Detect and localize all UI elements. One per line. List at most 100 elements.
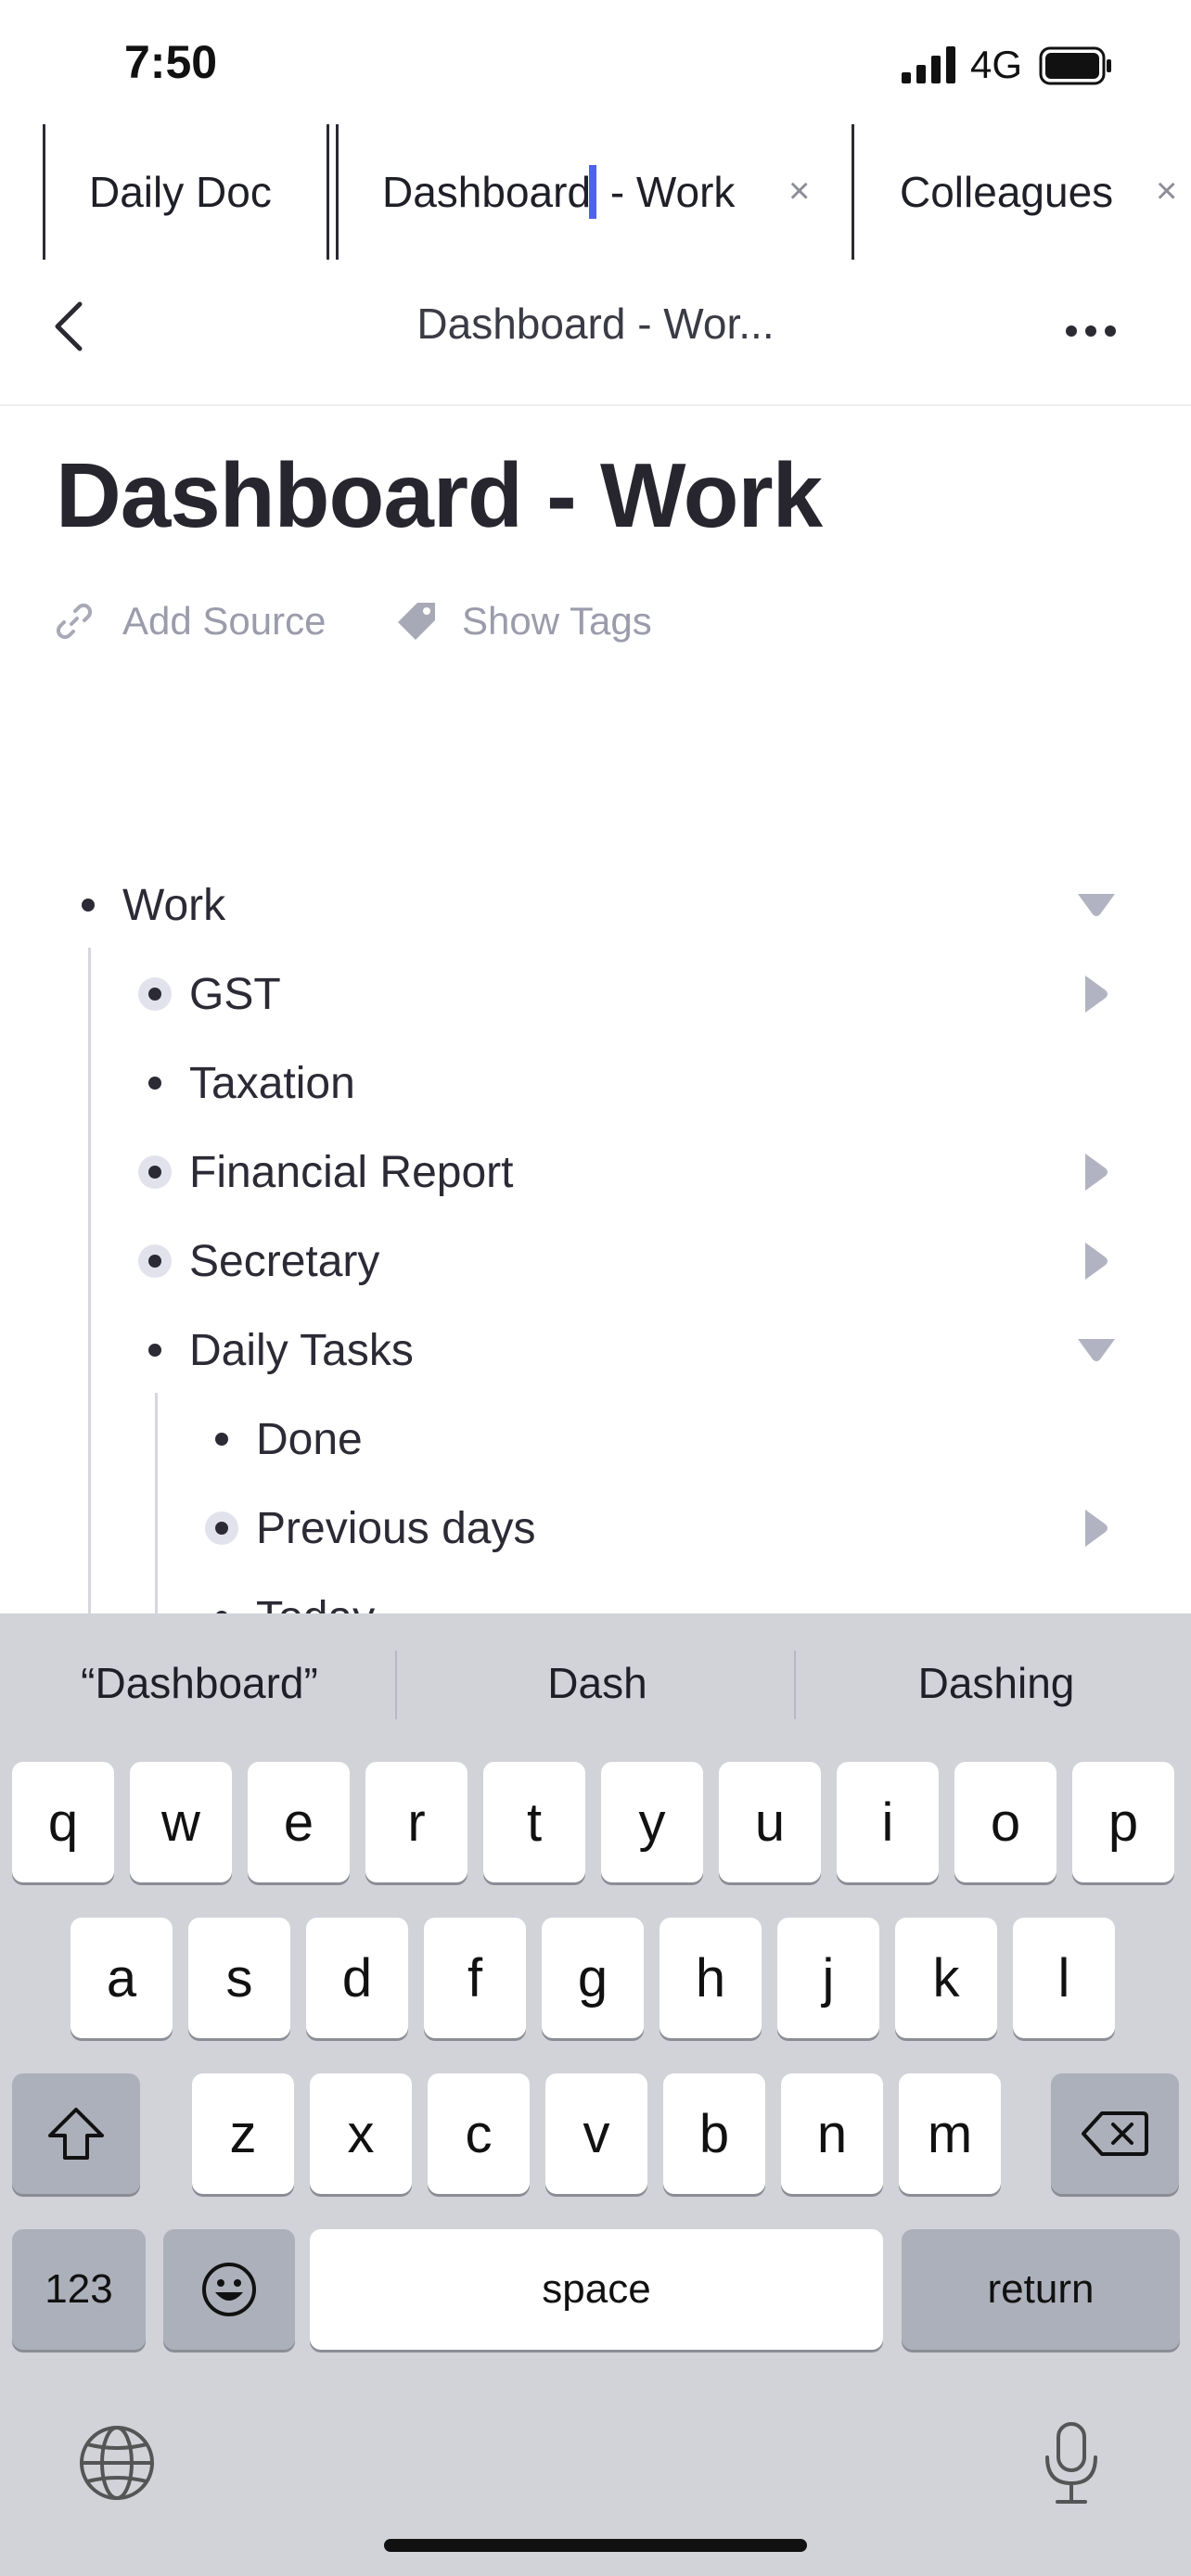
key-h[interactable]: h — [660, 1918, 762, 2038]
tab-divider — [327, 124, 329, 260]
tab-bar: Daily Doc Dashboard - Work × Colleagues … — [0, 124, 1191, 263]
expand-triangle-icon[interactable] — [1083, 974, 1109, 1014]
bullet-icon[interactable] — [148, 988, 161, 1001]
shift-arrow-icon — [48, 2108, 104, 2160]
bullet-icon[interactable] — [82, 899, 95, 912]
outline-item-label[interactable]: Done — [256, 1414, 363, 1465]
space-key[interactable]: space — [310, 2229, 883, 2350]
show-tags-label: Show Tags — [462, 599, 652, 643]
tab-label-editing-rest[interactable]: - Work — [598, 167, 736, 217]
globe-icon[interactable] — [78, 2424, 156, 2502]
show-tags-button[interactable]: Show Tags — [395, 599, 652, 644]
key-r[interactable]: r — [365, 1762, 467, 1882]
close-tab-icon[interactable]: × — [1156, 171, 1177, 212]
outline-item-financial-report[interactable]: Financial Report — [189, 1144, 514, 1200]
delete-key[interactable] — [1051, 2073, 1179, 2194]
outline-item-label[interactable]: Work — [122, 880, 225, 931]
text-cursor — [589, 165, 597, 219]
tab-label: Colleagues — [900, 168, 1114, 216]
backspace-icon — [1082, 2111, 1148, 2156]
suggestion-2[interactable]: Dash — [412, 1658, 783, 1714]
outline-item-gst[interactable]: GST — [189, 966, 281, 1022]
add-source-button[interactable]: Add Source — [56, 599, 326, 644]
suggestion-divider — [395, 1651, 397, 1719]
microphone-icon[interactable] — [1041, 2420, 1102, 2506]
signal-icon — [902, 46, 955, 83]
tab-label-editing[interactable]: Dashboard — [382, 167, 591, 217]
outline-item-label[interactable]: Daily Tasks — [189, 1325, 414, 1376]
key-e[interactable]: e — [248, 1762, 350, 1882]
shift-key[interactable] — [12, 2073, 140, 2194]
key-c[interactable]: c — [428, 2073, 530, 2194]
back-chevron-icon[interactable] — [50, 299, 87, 354]
bullet-icon[interactable] — [148, 1344, 161, 1357]
key-j[interactable]: j — [777, 1918, 879, 2038]
more-icon[interactable] — [1065, 325, 1117, 338]
key-y[interactable]: y — [601, 1762, 703, 1882]
key-g[interactable]: g — [542, 1918, 644, 2038]
suggestion-1[interactable]: “Dashboard” — [19, 1658, 380, 1714]
tab-divider — [336, 124, 339, 260]
bullet-icon[interactable] — [148, 1255, 161, 1268]
outline-item-taxation[interactable]: Taxation — [189, 1055, 355, 1111]
emoji-icon — [202, 2263, 256, 2316]
suggestion-divider — [794, 1651, 796, 1719]
tab-divider — [852, 124, 854, 260]
outline-item-label[interactable]: Secretary — [189, 1236, 379, 1287]
add-source-label: Add Source — [122, 599, 327, 643]
key-q[interactable]: q — [12, 1762, 114, 1882]
tab-dashboard-work[interactable]: Dashboard - Work — [382, 124, 735, 260]
key-s[interactable]: s — [188, 1918, 290, 2038]
bullet-icon[interactable] — [148, 1077, 161, 1090]
battery-icon — [1039, 46, 1111, 85]
return-key[interactable]: return — [902, 2229, 1180, 2350]
key-m[interactable]: m — [899, 2073, 1001, 2194]
page-title[interactable]: Dashboard - Work — [56, 443, 823, 548]
key-t[interactable]: t — [483, 1762, 585, 1882]
bullet-icon[interactable] — [215, 1522, 228, 1535]
key-w[interactable]: w — [130, 1762, 232, 1882]
outline-item-work[interactable]: Work — [122, 877, 225, 933]
key-l[interactable]: l — [1013, 1918, 1115, 2038]
outline-item-label[interactable]: Previous days — [256, 1503, 535, 1554]
key-v[interactable]: v — [545, 2073, 647, 2194]
bullet-icon[interactable] — [148, 1166, 161, 1179]
key-k[interactable]: k — [895, 1918, 997, 2038]
key-b[interactable]: b — [663, 2073, 765, 2194]
key-a[interactable]: a — [70, 1918, 173, 2038]
expand-triangle-icon[interactable] — [1083, 1241, 1109, 1282]
network-type: 4G — [970, 43, 1023, 86]
tag-icon — [398, 603, 435, 640]
key-p[interactable]: p — [1072, 1762, 1174, 1882]
outline-item-label[interactable]: Financial Report — [189, 1147, 514, 1198]
numbers-key[interactable]: 123 — [12, 2229, 146, 2350]
tab-daily-doc[interactable]: Daily Doc — [89, 124, 272, 260]
outline-item-label[interactable]: GST — [189, 969, 281, 1020]
outline-item-previous-days[interactable]: Previous days — [256, 1500, 535, 1556]
outline-thread — [88, 948, 91, 1613]
tab-colleagues[interactable]: Colleagues — [900, 124, 1113, 260]
collapse-triangle-icon[interactable] — [1076, 1337, 1117, 1363]
key-i[interactable]: i — [837, 1762, 939, 1882]
nav-divider — [0, 404, 1191, 406]
expand-triangle-icon[interactable] — [1083, 1152, 1109, 1192]
nav-title: Dashboard - Wor... — [416, 300, 775, 348]
outline-item-label[interactable]: Taxation — [189, 1058, 355, 1109]
key-d[interactable]: d — [306, 1918, 408, 2038]
outline-item-done[interactable]: Done — [256, 1411, 363, 1467]
key-u[interactable]: u — [719, 1762, 821, 1882]
status-time: 7:50 — [124, 36, 218, 88]
expand-triangle-icon[interactable] — [1083, 1508, 1109, 1549]
key-f[interactable]: f — [424, 1918, 526, 2038]
key-z[interactable]: z — [192, 2073, 294, 2194]
collapse-triangle-icon[interactable] — [1076, 892, 1117, 918]
emoji-key[interactable] — [163, 2229, 295, 2350]
bullet-icon[interactable] — [215, 1433, 228, 1446]
close-tab-icon[interactable]: × — [788, 171, 810, 212]
key-x[interactable]: x — [310, 2073, 412, 2194]
suggestion-3[interactable]: Dashing — [811, 1658, 1182, 1714]
key-o[interactable]: o — [954, 1762, 1057, 1882]
key-n[interactable]: n — [781, 2073, 883, 2194]
outline-item-daily-tasks[interactable]: Daily Tasks — [189, 1322, 414, 1378]
outline-item-secretary[interactable]: Secretary — [189, 1233, 379, 1289]
